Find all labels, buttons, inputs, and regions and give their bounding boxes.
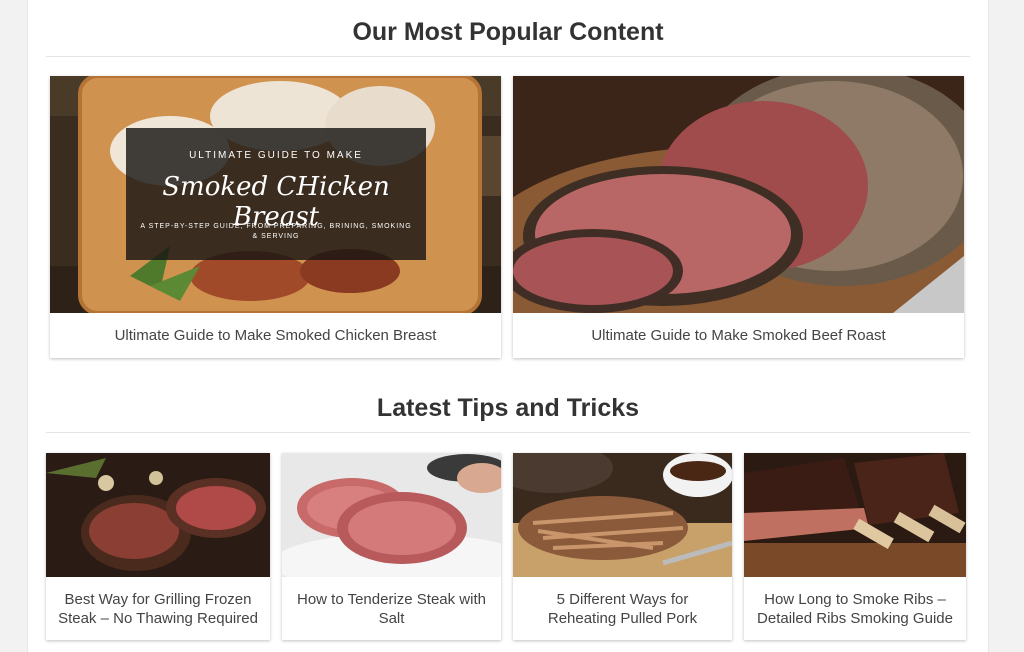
raw-steak-image[interactable]: [282, 453, 501, 577]
tip-card-grilling-frozen-steak[interactable]: Best Way for Grilling Frozen Steak – No …: [46, 453, 270, 640]
popular-card-smoked-chicken[interactable]: ULTIMATE GUIDE TO MAKE Smoked CHicken Br…: [50, 76, 501, 358]
section-title-popular: Our Most Popular Content: [352, 18, 664, 46]
card-title[interactable]: Ultimate Guide to Make Smoked Chicken Br…: [50, 313, 501, 358]
card-title[interactable]: 5 Different Ways for Reheating Pulled Po…: [513, 577, 732, 640]
smoked-chicken-breast-image[interactable]: ULTIMATE GUIDE TO MAKE Smoked CHicken Br…: [50, 76, 501, 313]
section-title-tips: Latest Tips and Tricks: [376, 394, 640, 422]
smoked-beef-roast-image[interactable]: [513, 76, 964, 313]
section-divider: [46, 432, 970, 433]
card-title[interactable]: How to Tenderize Steak with Salt: [282, 577, 501, 640]
tip-card-reheating-pulled-pork[interactable]: 5 Different Ways for Reheating Pulled Po…: [513, 453, 732, 640]
tip-card-smoke-ribs[interactable]: How Long to Smoke Ribs – Detailed Ribs S…: [744, 453, 966, 640]
tip-card-tenderize-steak[interactable]: How to Tenderize Steak with Salt: [282, 453, 501, 640]
card-title[interactable]: How Long to Smoke Ribs – Detailed Ribs S…: [744, 577, 966, 640]
guide-title-overlay: ULTIMATE GUIDE TO MAKE Smoked CHicken Br…: [126, 128, 426, 260]
overlay-subtitle: A STEP-BY-STEP GUIDE, FROM PREPARING, BR…: [140, 223, 412, 240]
card-title[interactable]: Best Way for Grilling Frozen Steak – No …: [46, 577, 270, 640]
popular-card-smoked-beef-roast[interactable]: Ultimate Guide to Make Smoked Beef Roast: [513, 76, 964, 358]
pulled-pork-image[interactable]: [513, 453, 732, 577]
card-title[interactable]: Ultimate Guide to Make Smoked Beef Roast: [513, 313, 964, 358]
content-page: Our Most Popular Content ULTIMATE GUIDE: [27, 0, 989, 652]
grilled-steak-image[interactable]: [46, 453, 270, 577]
section-divider: [46, 56, 970, 57]
overlay-heading: ULTIMATE GUIDE TO MAKE: [189, 150, 363, 161]
smoked-ribs-image[interactable]: [744, 453, 966, 577]
